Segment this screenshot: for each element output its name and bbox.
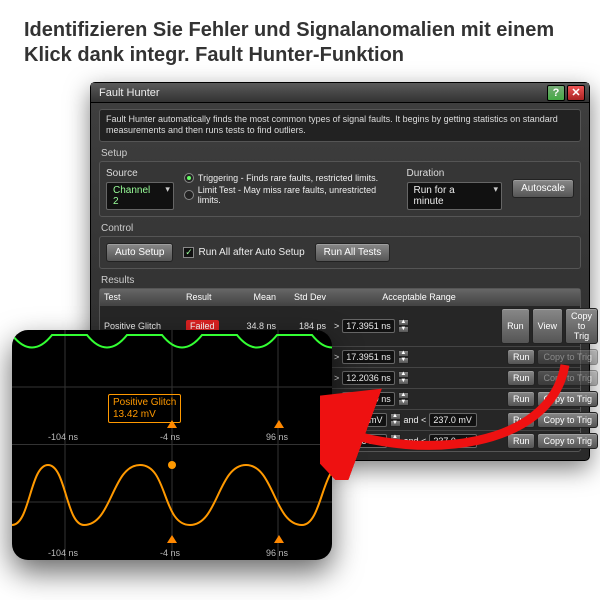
col-range: Acceptable Range: [334, 292, 504, 302]
scope-top: -104 ns -4 ns 96 ns Positive Glitch 13.4…: [12, 330, 332, 445]
scope-overlay: -104 ns -4 ns 96 ns Positive Glitch 13.4…: [12, 330, 332, 560]
callout-value: 13.42 mV: [113, 409, 176, 421]
range-value[interactable]: 17.3951 ns: [342, 319, 395, 333]
view-button[interactable]: View: [532, 308, 563, 344]
close-icon[interactable]: ✕: [567, 85, 585, 101]
callout-title: Positive Glitch: [113, 397, 176, 409]
mode-limit-radio[interactable]: Limit Test - May miss rare faults, unres…: [184, 185, 397, 205]
copy-to-trig-button[interactable]: Copy to Trig: [565, 308, 598, 344]
radio-dot-icon: [184, 190, 194, 200]
source-label: Source: [106, 168, 174, 179]
checkbox-icon: ✓: [183, 247, 194, 258]
cell-actions: RunCopy to Trig: [506, 412, 598, 428]
titlebar[interactable]: Fault Hunter ? ✕: [91, 83, 589, 103]
range-value[interactable]: -209.8 mV: [337, 413, 387, 427]
copy-to-trig-button: Copy to Trig: [537, 370, 598, 386]
autoscale-button[interactable]: Autoscale: [512, 179, 574, 198]
col-test: Test: [104, 292, 184, 302]
cell-actions: RunCopy to Trig: [506, 349, 598, 365]
run-button[interactable]: Run: [507, 412, 536, 428]
dialog-description: Fault Hunter automatically finds the mos…: [99, 109, 581, 142]
copy-to-trig-button: Copy to Trig: [537, 349, 598, 365]
spin-control[interactable]: ▲▼: [398, 392, 409, 406]
tick-t1b: -4 ns: [160, 548, 180, 558]
cell-actions: RunViewCopy to Trig: [506, 308, 598, 344]
col-mean: Mean: [232, 292, 282, 302]
cell-mean: 34.8 ns: [232, 321, 282, 331]
mode-radios: Triggering - Finds rare faults, restrict…: [184, 173, 397, 205]
setup-group: Source Channel 2 Triggering - Finds rare…: [99, 161, 581, 217]
run-button[interactable]: Run: [507, 370, 536, 386]
window-title: Fault Hunter: [99, 87, 545, 99]
spin-control[interactable]: ▲▼: [390, 434, 401, 448]
col-std: Std Dev: [284, 292, 332, 302]
run-button[interactable]: Run: [507, 433, 536, 449]
setup-label: Setup: [101, 148, 579, 159]
mode-triggering-radio[interactable]: Triggering - Finds rare faults, restrict…: [184, 173, 397, 183]
spin-control[interactable]: ▲▼: [390, 413, 401, 427]
tick-t2: 96 ns: [266, 432, 288, 442]
cell-actions: RunCopy to Trig: [506, 433, 598, 449]
copy-to-trig-button[interactable]: Copy to Trig: [537, 391, 598, 407]
spin-control[interactable]: ▲▼: [398, 350, 409, 364]
control-group: Auto Setup ✓ Run All after Auto Setup Ru…: [99, 236, 581, 269]
results-header: Test Result Mean Std Dev Acceptable Rang…: [100, 289, 580, 305]
run-all-after-label: Run All after Auto Setup: [198, 247, 304, 258]
spin-control[interactable]: ▲▼: [398, 319, 409, 333]
range-value[interactable]: 12.2036 ns: [342, 371, 395, 385]
duration-label: Duration: [407, 168, 503, 179]
radio-dot-icon: [184, 173, 194, 183]
range-value-2[interactable]: 237.0 mV: [429, 413, 477, 427]
range-value[interactable]: 17.3951 ns: [342, 350, 395, 364]
glitch-callout: Positive Glitch 13.42 mV: [108, 394, 181, 423]
scope-bottom: -104 ns -4 ns 96 ns: [12, 445, 332, 560]
range-value[interactable]: 12.6759 ns: [342, 392, 395, 406]
source-select[interactable]: Channel 2: [106, 182, 174, 210]
tick-t0b: -104 ns: [48, 548, 78, 558]
cell-range: -209.8 mV▲▼ and <237.0 mV: [334, 413, 504, 427]
mode-limit-label: Limit Test - May miss rare faults, unres…: [198, 185, 397, 205]
tick-t2b: 96 ns: [266, 548, 288, 558]
cell-range: >12.6759 ns▲▼: [334, 392, 504, 406]
cell-actions: RunCopy to Trig: [506, 391, 598, 407]
help-icon[interactable]: ?: [547, 85, 565, 101]
copy-to-trig-button[interactable]: Copy to Trig: [537, 433, 598, 449]
cell-range: >17.3951 ns▲▼: [334, 350, 504, 364]
duration-select[interactable]: Run for a minute: [407, 182, 503, 210]
auto-setup-button[interactable]: Auto Setup: [106, 243, 173, 262]
cell-range: >17.3951 ns▲▼: [334, 319, 504, 333]
tick-t1: -4 ns: [160, 432, 180, 442]
cell-actions: RunCopy to Trig: [506, 370, 598, 386]
col-result: Result: [186, 292, 230, 302]
cell-test: Positive Glitch: [104, 321, 184, 331]
headline: Identifizieren Sie Fehler und Signalanom…: [0, 0, 600, 74]
run-all-tests-button[interactable]: Run All Tests: [315, 243, 391, 262]
cell-range: >12.2036 ns▲▼: [334, 371, 504, 385]
range-value[interactable]: -209.8 mV: [337, 434, 387, 448]
cell-std: 184 ps: [284, 321, 332, 331]
run-button[interactable]: Run: [501, 308, 530, 344]
run-all-after-check[interactable]: ✓ Run All after Auto Setup: [183, 247, 304, 258]
run-button[interactable]: Run: [507, 391, 536, 407]
control-label: Control: [101, 223, 579, 234]
run-button[interactable]: Run: [507, 349, 536, 365]
results-label: Results: [101, 275, 579, 286]
cell-range: -209.8 mV▲▼ and <237.0 mV: [334, 434, 504, 448]
tick-t0: -104 ns: [48, 432, 78, 442]
cell-result: Failed: [186, 321, 230, 331]
copy-to-trig-button[interactable]: Copy to Trig: [537, 412, 598, 428]
spin-control[interactable]: ▲▼: [398, 371, 409, 385]
mode-triggering-label: Triggering - Finds rare faults, restrict…: [198, 173, 378, 183]
range-value-2[interactable]: 237.0 mV: [429, 434, 477, 448]
